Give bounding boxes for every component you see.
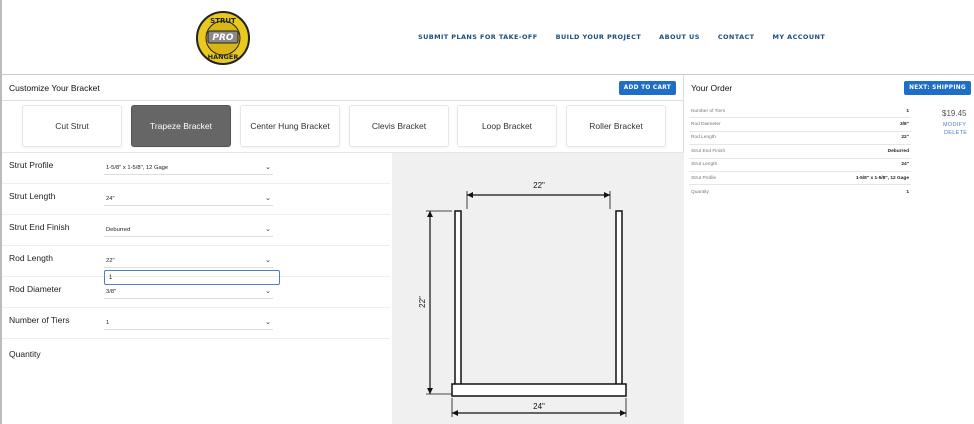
trapeze-bracket-drawing: 22" 22" 24" — [418, 181, 627, 417]
arrow-down-icon — [427, 388, 433, 394]
order-row-key: Number of Tiers — [691, 108, 726, 114]
bracket-type-roller[interactable]: Roller Bracket — [566, 105, 666, 147]
arrow-left-icon — [467, 192, 473, 198]
rod-diameter-value: 3/8" — [106, 288, 117, 295]
left-rod — [454, 210, 462, 386]
svg-text:STRUT: STRUT — [210, 17, 236, 25]
rod-length-label: Rod Length — [9, 253, 53, 263]
rod-diameter-label: Rod Diameter — [9, 284, 62, 294]
quantity-input[interactable]: 1 — [104, 270, 280, 285]
bracket-type-selector: Cut Strut Trapeze Bracket Center Hung Br… — [2, 101, 684, 153]
order-row-value: 3/8" — [900, 122, 909, 128]
nav-my-account[interactable]: MY ACCOUNT — [773, 33, 826, 41]
add-to-cart-button[interactable]: ADD TO CART — [618, 80, 676, 95]
order-row: Rod Diameter 3/8" — [689, 118, 911, 132]
order-title: Your Order — [691, 83, 733, 93]
rod-length-select[interactable]: 22" ⌄ — [104, 254, 273, 268]
order-price: $19.45 — [942, 109, 967, 118]
strut-end-finish-label: Strut End Finish — [9, 222, 70, 232]
order-row-key: Rod Length — [691, 135, 716, 141]
order-row: Strut End Finish Deburred — [689, 145, 911, 159]
bracket-type-clevis[interactable]: Clevis Bracket — [349, 105, 449, 147]
order-row: Number of Tiers 1 — [689, 105, 911, 119]
order-row-key: Rod Diameter — [691, 122, 721, 128]
site-header: PRO STRUT HANGER SUBMIT PLANS FOR TAKE-O… — [0, 0, 974, 75]
strut-end-finish-value: Deburred — [106, 226, 131, 233]
strut-profile-row: Strut Profile 1-5/8" x 1-5/8", 12 Gage ⌄ — [2, 153, 390, 184]
order-details-table: Number of Tiers 1 Rod Diameter 3/8" Rod Le… — [689, 105, 911, 199]
order-row-value: 24" — [901, 162, 909, 168]
chevron-down-icon: ⌄ — [265, 319, 271, 326]
chevron-down-icon: ⌄ — [265, 195, 271, 202]
strut-hanger-logo[interactable]: PRO STRUT HANGER — [196, 11, 250, 65]
order-row: Strut Length 24" — [689, 159, 911, 172]
customize-header: Customize Your Bracket ADD TO CART — [2, 75, 683, 101]
nav-submit-plans[interactable]: SUBMIT PLANS FOR TAKE-OFF — [418, 33, 538, 41]
strut-profile-label: Strut Profile — [9, 160, 54, 170]
number-of-tiers-row: Number of Tiers 1 ⌄ — [2, 308, 390, 339]
quantity-label: Quantity — [9, 349, 41, 359]
top-dimension-label: 22" — [533, 181, 545, 190]
strut-length-value: 24" — [106, 195, 115, 202]
nav-contact[interactable]: CONTACT — [718, 33, 755, 41]
order-header: Your Order NEXT: SHIPPING — [684, 75, 974, 101]
order-row: Quantity 1 — [689, 185, 911, 198]
chevron-down-icon: ⌄ — [265, 257, 271, 264]
order-row: Rod Length 22" — [689, 132, 911, 146]
strut-length-label: Strut Length — [9, 191, 56, 201]
order-row-key: Quantity — [691, 189, 709, 195]
svg-text:HANGER: HANGER — [208, 53, 239, 61]
order-row-value: 1-5/8" x 1-5/8", 12 Gage — [855, 175, 909, 181]
order-row-value: 1 — [906, 189, 909, 195]
arrow-up-icon — [427, 211, 433, 217]
chevron-down-icon: ⌄ — [265, 226, 271, 233]
bracket-type-center-hung[interactable]: Center Hung Bracket — [240, 105, 340, 147]
order-row-value: Deburred — [887, 148, 909, 154]
delete-link[interactable]: DELETE — [944, 130, 967, 136]
number-of-tiers-value: 1 — [106, 319, 110, 326]
next-shipping-button[interactable]: NEXT: SHIPPING — [904, 81, 971, 95]
main-nav: SUBMIT PLANS FOR TAKE-OFF BUILD YOUR PRO… — [418, 33, 825, 41]
bracket-configurator: Customize Your Bracket ADD TO CART Cut S… — [0, 75, 684, 424]
order-row-key: Strut Length — [691, 162, 718, 168]
strut-length-row: Strut Length 24" ⌄ — [2, 184, 390, 215]
side-dimension-label: 22" — [418, 296, 427, 308]
order-row-key: Strut End Finish — [691, 148, 726, 154]
order-row-value: 22" — [901, 135, 909, 141]
strut-profile-select[interactable]: 1-5/8" x 1-5/8", 12 Gage ⌄ — [104, 161, 273, 175]
chevron-down-icon: ⌄ — [265, 288, 271, 295]
strut-end-finish-select[interactable]: Deburred ⌄ — [104, 223, 273, 237]
arrow-right-icon — [620, 410, 626, 416]
strut-channel — [451, 383, 627, 397]
bottom-dimension-label: 24" — [533, 402, 545, 411]
number-of-tiers-select[interactable]: 1 ⌄ — [104, 316, 273, 330]
rod-diameter-select[interactable]: 3/8" ⌄ — [104, 285, 273, 299]
order-row: Strut Profile 1-5/8" x 1-5/8", 12 Gage — [689, 172, 911, 186]
order-summary: Your Order NEXT: SHIPPING Number of Tier… — [684, 75, 974, 424]
nav-build-project[interactable]: BUILD YOUR PROJECT — [556, 33, 642, 41]
number-of-tiers-label: Number of Tiers — [9, 315, 70, 325]
bracket-type-cut-strut[interactable]: Cut Strut — [22, 105, 122, 147]
arrow-right-icon — [604, 192, 610, 198]
bracket-type-trapeze[interactable]: Trapeze Bracket — [131, 105, 231, 147]
bracket-diagram: 22" 22" 24" — [392, 153, 684, 424]
arrow-left-icon — [452, 410, 458, 416]
order-row-value: 1 — [906, 108, 909, 114]
rod-length-value: 22" — [106, 257, 115, 264]
right-rod — [615, 210, 623, 386]
order-row-key: Strut Profile — [691, 175, 717, 181]
strut-end-finish-row: Strut End Finish Deburred ⌄ — [2, 215, 390, 246]
chevron-down-icon: ⌄ — [265, 164, 271, 171]
svg-text:PRO: PRO — [212, 33, 234, 43]
nav-about-us[interactable]: ABOUT US — [659, 33, 700, 41]
strut-profile-value: 1-5/8" x 1-5/8", 12 Gage — [106, 164, 169, 171]
bracket-type-loop[interactable]: Loop Bracket — [457, 105, 557, 147]
strut-length-select[interactable]: 24" ⌄ — [104, 192, 273, 206]
modify-link[interactable]: MODIFY — [943, 122, 966, 128]
customize-title: Customize Your Bracket — [9, 82, 100, 93]
options-form: Strut Profile 1-5/8" x 1-5/8", 12 Gage ⌄ … — [2, 153, 390, 371]
quantity-row: Quantity — [2, 339, 390, 371]
